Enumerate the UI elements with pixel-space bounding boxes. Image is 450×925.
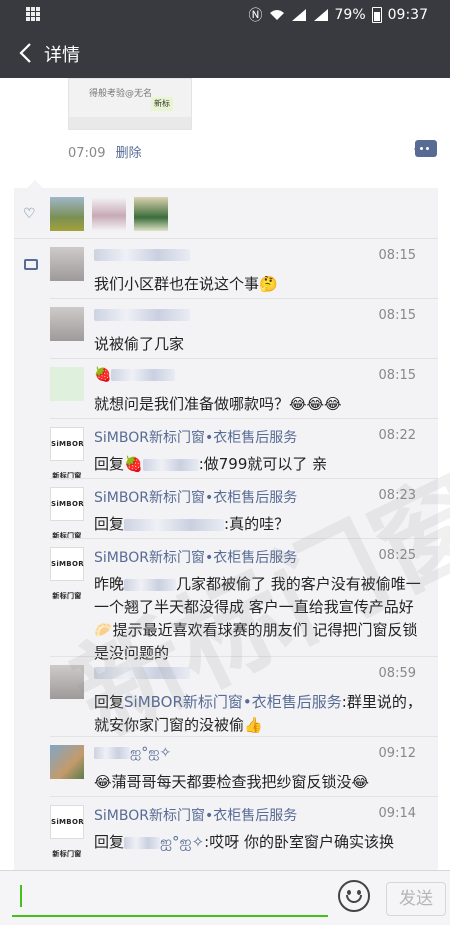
- commenter-name[interactable]: SiMBOR新标门窗•衣柜售后服务: [94, 547, 297, 567]
- avatar[interactable]: SiMBOR 新标门窗: [50, 547, 84, 600]
- reply-body: :哎呀 你的卧室窗户确实该换: [204, 833, 394, 851]
- comment-time: 09:14: [378, 806, 416, 821]
- avatar[interactable]: [50, 665, 84, 699]
- link-tag: 新标: [151, 97, 173, 111]
- reply-name-decoration: ஐ°ஐ✧: [160, 833, 205, 851]
- likes-row: ♡: [14, 188, 438, 239]
- emoji-icon[interactable]: [338, 880, 370, 912]
- comment-item[interactable]: 08:15 我们小区群也在说这个事🤔: [14, 239, 438, 299]
- avatar[interactable]: [50, 367, 84, 401]
- comment-time: 08:25: [378, 548, 416, 563]
- link-card-toolbar: [69, 117, 191, 129]
- avatar[interactable]: [50, 247, 84, 281]
- comment-text: 回复 ஐ°ஐ✧:哎呀 你的卧室窗户确实该换: [94, 831, 424, 854]
- comment-text-part: 昨晚: [94, 575, 125, 593]
- shared-link-card[interactable]: 得般考验@无名 新标: [68, 78, 192, 130]
- interaction-box: ♡ 08:15 我们小区群也在说这个事🤔 08:15 说被偷了几家 🍓 08:1…: [14, 180, 438, 870]
- status-bar: Ⓝ 79% 09:37: [0, 0, 450, 28]
- comment-input-bar: 发送: [0, 870, 450, 925]
- comment-item[interactable]: 08:59 回复SiMBOR新标门窗•衣柜售后服务:群里说的，就安你家门窗的没被…: [14, 657, 438, 737]
- delete-link[interactable]: 删除: [116, 146, 142, 161]
- comment-item[interactable]: 🍓 08:15 就想问是我们准备做哪款吗？😂😂😂: [14, 359, 438, 419]
- reply-body: :做799就可以了 亲: [198, 455, 328, 473]
- reply-body: :真的哇？: [224, 515, 290, 533]
- comment-item[interactable]: SiMBOR 新标门窗 SiMBOR新标门窗•衣柜售后服务 08:22 回复🍓:…: [14, 419, 438, 480]
- commenter-name[interactable]: [94, 665, 190, 681]
- reply-prefix: 回复: [94, 693, 125, 711]
- link-text: 得般考验@无名: [89, 89, 153, 99]
- comment-text: 说被偷了几家: [94, 335, 185, 353]
- avatar[interactable]: SiMBOR 新标门窗: [50, 427, 84, 480]
- commenter-name[interactable]: 🍓: [94, 367, 176, 383]
- reply-prefix: 回复: [94, 515, 125, 533]
- signal-icon: [291, 9, 306, 21]
- wifi-icon: [269, 10, 284, 20]
- nfc-icon: Ⓝ: [248, 8, 263, 24]
- avatar[interactable]: SiMBOR 新标门窗: [50, 487, 84, 540]
- clock: 09:37: [387, 7, 428, 23]
- comment-text: 昨晚 几家都被偷了 我的客户没有被偷唯一一个翘了半天都没得成 客户一直给我宣传产品…: [94, 573, 424, 665]
- heart-icon: ♡: [23, 206, 36, 222]
- liker-avatar[interactable]: [92, 197, 126, 231]
- avatar[interactable]: [50, 745, 84, 779]
- signal-icon-2: [313, 9, 328, 21]
- avatar[interactable]: SiMBOR 新标门窗: [50, 805, 84, 858]
- comment-time: 08:15: [378, 308, 416, 323]
- comment-time: 08:15: [378, 368, 416, 383]
- comment-text: 回复SiMBOR新标门窗•衣柜售后服务:群里说的，就安你家门窗的没被偷👍: [94, 691, 424, 737]
- comment-text: 回复 :真的哇？: [94, 513, 424, 536]
- name-emoji: 🍓: [94, 367, 112, 383]
- comment-time: 08:59: [378, 666, 416, 681]
- comment-item[interactable]: 08:15 说被偷了几家: [14, 299, 438, 359]
- comment-input[interactable]: [12, 879, 328, 917]
- comment-item[interactable]: SiMBOR 新标门窗 SiMBOR新标门窗•衣柜售后服务 08:25 昨晚 几家…: [14, 539, 438, 662]
- page-title: 详情: [44, 45, 80, 66]
- liker-avatar[interactable]: [134, 197, 168, 231]
- commenter-name[interactable]: [94, 307, 190, 323]
- comment-icon: [24, 259, 38, 270]
- comment-time: 08:15: [378, 248, 416, 263]
- moment-detail: 得般考验@无名 新标 07:09 删除 ♡ 08:15 我们小区群也在说这个事🤔…: [0, 78, 450, 870]
- comment-text: 回复🍓 :做799就可以了 亲: [94, 453, 424, 476]
- send-button[interactable]: 发送: [386, 882, 446, 916]
- liker-avatar[interactable]: [50, 197, 84, 231]
- comment-item[interactable]: SiMBOR 新标门窗 SiMBOR新标门窗•衣柜售后服务 09:14 回复 ஐ°…: [14, 797, 438, 870]
- comment-action-button[interactable]: [414, 140, 437, 157]
- commenter-name[interactable]: [94, 247, 190, 263]
- commenter-name[interactable]: ஐ°ஐ✧: [94, 745, 171, 763]
- battery-percent: 79%: [334, 7, 366, 23]
- app-grid-icon: [26, 7, 40, 21]
- post-time: 07:09: [68, 146, 106, 161]
- commenter-name[interactable]: SiMBOR新标门窗•衣柜售后服务: [94, 487, 297, 507]
- comment-text: 我们小区群也在说这个事🤔: [94, 275, 278, 293]
- text-caret: [20, 885, 22, 907]
- back-arrow-icon[interactable]: [14, 40, 40, 66]
- commenter-name[interactable]: SiMBOR新标门窗•衣柜售后服务: [94, 805, 297, 825]
- comment-time: 09:12: [378, 746, 416, 761]
- comment-item[interactable]: ஐ°ஐ✧ 09:12 😂蒲哥哥每天都要检查我把纱窗反锁没😂: [14, 737, 438, 797]
- title-bar: 详情: [0, 28, 450, 78]
- comment-text: 就想问是我们准备做哪款吗？😂😂😂: [94, 395, 342, 413]
- comment-item[interactable]: SiMBOR 新标门窗 SiMBOR新标门窗•衣柜售后服务 08:23 回复 :真…: [14, 479, 438, 540]
- name-decoration: ஐ°ஐ✧: [130, 745, 172, 761]
- avatar[interactable]: [50, 307, 84, 341]
- commenter-name[interactable]: SiMBOR新标门窗•衣柜售后服务: [94, 427, 297, 447]
- comment-time: 08:23: [378, 488, 416, 503]
- post-meta: 07:09 删除: [68, 142, 142, 161]
- reply-prefix: 回复: [94, 833, 125, 851]
- comment-text: 😂蒲哥哥每天都要检查我把纱窗反锁没😂: [94, 773, 370, 791]
- status-indicators: Ⓝ 79% 09:37: [249, 5, 428, 25]
- comment-time: 08:22: [378, 428, 416, 443]
- battery-icon: [371, 7, 382, 23]
- reply-target[interactable]: SiMBOR新标门窗•衣柜售后服务: [124, 693, 342, 711]
- reply-prefix: 回复🍓: [94, 455, 143, 473]
